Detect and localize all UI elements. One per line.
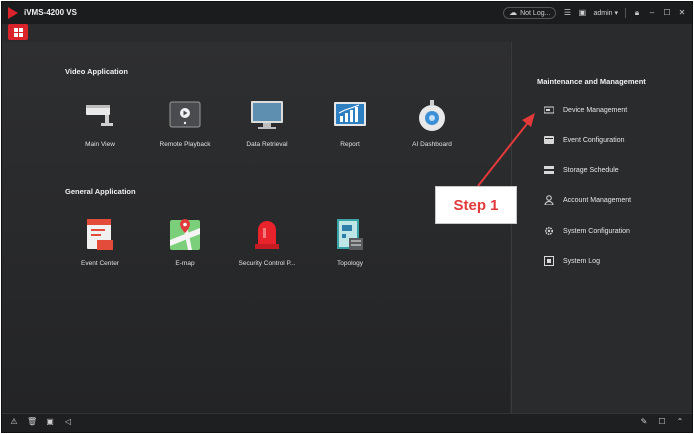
close-icon[interactable]: ✕	[678, 9, 686, 17]
menu-label: Device Management	[563, 106, 628, 114]
device-icon	[543, 105, 555, 115]
user-menu[interactable]: admin ▾	[593, 9, 618, 17]
menu-label: System Log	[563, 257, 600, 265]
event-config-icon	[544, 135, 554, 145]
app-label: Remote Playback	[159, 141, 211, 148]
collapse-icon[interactable]: ⌃	[675, 417, 685, 427]
app-ai-dashboard[interactable]: AI Dashboard	[392, 99, 472, 148]
account-status-label: Not Log...	[520, 9, 551, 17]
trash-icon[interactable]: 🗑︎	[27, 417, 37, 427]
app-report[interactable]: Report	[310, 99, 390, 148]
gear-icon	[544, 226, 554, 236]
cloud-icon: ☁	[509, 8, 518, 17]
screen-icon[interactable]: ▣	[45, 417, 55, 427]
title-bar: iVMS-4200 VS ☁ Not Log... ☰ ▣ admin ▾ 🔒︎…	[2, 2, 692, 24]
menu-label: Account Management	[563, 196, 632, 204]
app-label: Security Control P...	[238, 260, 296, 267]
alarm-light-icon	[250, 218, 284, 252]
app-topology[interactable]: Topology	[310, 218, 390, 267]
playback-icon	[168, 99, 202, 133]
app-label: Report	[340, 141, 360, 148]
app-label: Data Retrieval	[246, 141, 288, 148]
map-icon	[168, 218, 202, 252]
app-e-map[interactable]: E-map	[145, 218, 225, 267]
app-main-view[interactable]: Main View	[60, 99, 140, 148]
menu-system-configuration[interactable]: System Configuration	[544, 224, 630, 238]
app-label: Main View	[85, 141, 115, 148]
maximize-icon[interactable]: ☐	[663, 9, 671, 17]
app-window: iVMS-4200 VS ☁ Not Log... ☰ ▣ admin ▾ 🔒︎…	[1, 1, 693, 433]
menu-device-management[interactable]: Device Management	[543, 103, 628, 117]
ai-robot-icon	[415, 99, 449, 133]
account-icon	[544, 195, 554, 206]
app-event-center[interactable]: Event Center	[60, 218, 140, 267]
status-bar: ⚠ 🗑︎ ▣ ◁ ✎ ☐ ⌃	[2, 413, 692, 432]
image-icon[interactable]: ▣	[578, 9, 587, 17]
app-logo-icon	[8, 7, 18, 19]
grid-icon	[13, 27, 23, 37]
lock-icon[interactable]: 🔒︎	[633, 9, 641, 17]
maintenance-title: Maintenance and Management	[537, 77, 646, 86]
minimize-icon[interactable]: –	[648, 9, 656, 17]
menu-system-log[interactable]: System Log	[544, 254, 600, 268]
menu-account-management[interactable]: Account Management	[544, 193, 631, 207]
app-label: E-map	[175, 260, 195, 267]
warning-icon[interactable]: ⚠	[9, 417, 19, 427]
home-menu-button[interactable]	[8, 24, 28, 40]
menu-event-configuration[interactable]: Event Configuration	[544, 133, 624, 147]
menu-label: Event Configuration	[563, 136, 625, 144]
status-bar-left: ⚠ 🗑︎ ▣ ◁	[9, 417, 73, 427]
app-title: iVMS-4200 VS	[24, 8, 77, 17]
topology-icon	[333, 218, 367, 252]
video-application-title: Video Application	[65, 67, 128, 76]
log-icon	[544, 256, 554, 266]
divider	[625, 8, 626, 18]
camera-icon	[83, 99, 117, 133]
app-data-retrieval[interactable]: Data Retrieval	[227, 99, 307, 148]
monitor-icon	[250, 99, 284, 133]
chart-icon	[333, 99, 367, 133]
menu-storage-schedule[interactable]: Storage Schedule	[544, 163, 619, 177]
storage-icon	[544, 165, 554, 175]
step-label: Step 1	[435, 186, 517, 224]
app-remote-playback[interactable]: Remote Playback	[145, 99, 225, 148]
event-center-icon	[83, 218, 117, 252]
title-bar-controls: ☁ Not Log... ☰ ▣ admin ▾ 🔒︎ – ☐ ✕	[503, 6, 686, 20]
general-application-title: General Application	[65, 187, 136, 196]
pin-icon[interactable]: ✎	[639, 417, 649, 427]
window-icon[interactable]: ☐	[657, 417, 667, 427]
app-label: Topology	[336, 260, 364, 267]
app-label: AI Dashboard	[412, 141, 452, 148]
list-icon[interactable]: ☰	[563, 9, 571, 17]
app-label: Event Center	[81, 260, 119, 267]
menu-label: System Configuration	[563, 227, 630, 235]
status-bar-right: ✎ ☐ ⌃	[639, 417, 685, 427]
maintenance-panel: Maintenance and Management Device Manage…	[511, 42, 692, 416]
menu-label: Storage Schedule	[563, 166, 619, 174]
account-status-button[interactable]: ☁ Not Log...	[503, 7, 557, 19]
app-security-control-panel[interactable]: Security Control P...	[227, 218, 307, 267]
mute-icon[interactable]: ◁	[63, 417, 73, 427]
user-name: admin	[593, 10, 613, 17]
main-panel: Video Application Main View Remote Playb…	[2, 42, 510, 416]
